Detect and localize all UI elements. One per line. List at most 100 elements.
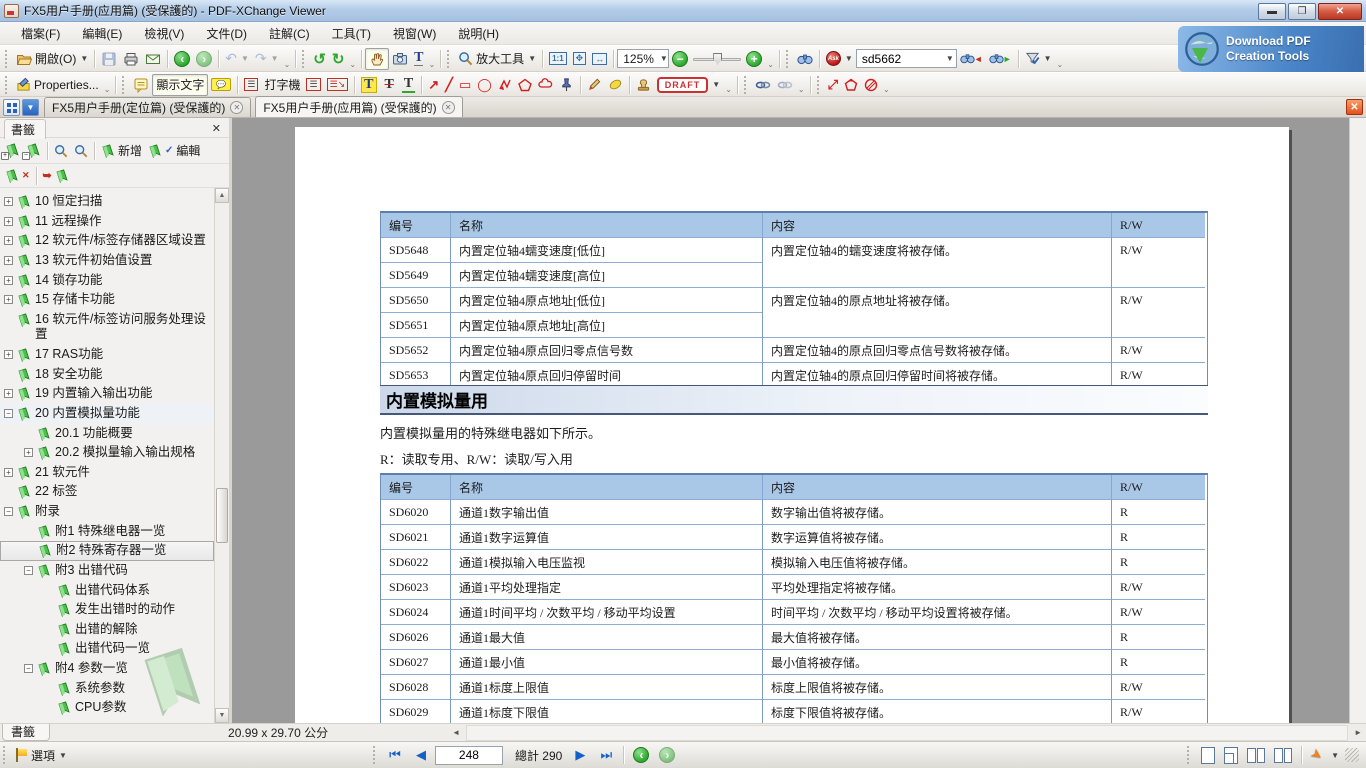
fit-width-button[interactable]: ↔	[589, 48, 610, 70]
hand-tool-button[interactable]	[365, 48, 389, 70]
tree-expander-icon[interactable]: +	[4, 236, 13, 245]
tree-expander-icon[interactable]: −	[4, 409, 13, 418]
save-button[interactable]	[98, 48, 120, 70]
bookmark-item[interactable]: + 12 软元件/标签存储器区域设置	[0, 231, 214, 251]
statusbar-grip[interactable]	[1187, 746, 1192, 764]
print-button[interactable]	[120, 48, 142, 70]
bookmark-item[interactable]: + 17 RAS功能	[0, 345, 214, 365]
tree-expander-icon[interactable]: +	[4, 389, 13, 398]
close-button[interactable]: ✕	[1318, 3, 1362, 20]
tree-expander-icon[interactable]: −	[4, 507, 13, 516]
tree-expander-icon[interactable]: +	[24, 448, 33, 457]
rotate-cw-button[interactable]: ↻	[329, 48, 348, 70]
menu-tools[interactable]: 工具(T)	[321, 22, 382, 45]
options-button[interactable]: 選項▼	[11, 744, 70, 766]
area-tool-button[interactable]	[861, 74, 881, 96]
text-bubble-button[interactable]: 💬	[208, 74, 234, 96]
tree-expander-icon[interactable]: +	[4, 256, 13, 265]
scroll-down-icon[interactable]: ▼	[215, 708, 229, 723]
bookmark-item[interactable]: 16 软元件/标签访问服务处理设置	[0, 310, 214, 345]
menu-edit[interactable]: 編輯(E)	[71, 22, 133, 45]
continuous-facing-layout-button[interactable]	[1271, 744, 1295, 766]
bookmark-item[interactable]: 22 标签	[0, 482, 214, 502]
toolbar-grip[interactable]	[122, 76, 127, 94]
first-page-button[interactable]: ⏮	[383, 745, 407, 765]
toolbar-grip[interactable]	[447, 50, 452, 68]
menu-help[interactable]: 說明(H)	[447, 22, 510, 45]
tree-expander-icon[interactable]: +	[4, 468, 13, 477]
show-text-button[interactable]: 顯示文字	[152, 74, 208, 96]
properties-button[interactable]: Properties...	[13, 74, 102, 96]
go-forward-button[interactable]: ›	[193, 48, 215, 70]
goto-bookmark-button[interactable]: ➥	[40, 168, 72, 184]
pencil-tool-button[interactable]	[584, 74, 605, 96]
text-box-button[interactable]: ☰	[241, 74, 261, 96]
find-next-button[interactable]: ►	[986, 48, 1015, 70]
facing-layout-button[interactable]	[1244, 744, 1268, 766]
bookmarks-zoom-out-button[interactable]	[71, 143, 91, 159]
menu-comments[interactable]: 註解(C)	[258, 22, 321, 45]
rectangle-tool-button[interactable]: ▭	[456, 74, 474, 96]
statusbar-grip[interactable]	[3, 746, 8, 764]
window-resize-grip[interactable]	[1345, 748, 1359, 762]
ask-search-provider-button[interactable]: Ask▼	[823, 48, 856, 70]
toolbar-grip[interactable]	[744, 76, 749, 94]
search-input[interactable]	[862, 52, 940, 66]
draft-stamp-button[interactable]: DRAFT▼	[654, 74, 723, 96]
select-text-button[interactable]: T	[411, 48, 426, 70]
strikeout-text-button[interactable]: T	[380, 74, 399, 96]
bookmark-item[interactable]: + 11 远程操作	[0, 212, 214, 232]
search-button[interactable]	[794, 48, 816, 70]
bookmark-item[interactable]: + 13 软元件初始值设置	[0, 251, 214, 271]
polygon-tool-button[interactable]	[515, 74, 535, 96]
view-back-button[interactable]: ‹	[629, 745, 653, 765]
hscroll-right-icon[interactable]: ►	[1350, 728, 1366, 737]
zoom-slider[interactable]	[693, 51, 741, 67]
close-document-button[interactable]: ✕	[1346, 99, 1363, 115]
bookmark-item[interactable]: + 19 内置输入输出功能	[0, 384, 214, 404]
toolbar-grip[interactable]	[5, 50, 10, 68]
oval-tool-button[interactable]: ◯	[474, 74, 495, 96]
redo-button[interactable]: ↷▼	[252, 48, 282, 70]
highlight-text-button[interactable]: T	[358, 74, 379, 96]
actual-size-button[interactable]: 1:1	[546, 48, 570, 70]
bookmark-item[interactable]: 发生出错时的动作	[0, 600, 214, 620]
go-back-button[interactable]: ‹	[171, 48, 193, 70]
highlighter-tool-button[interactable]	[605, 74, 626, 96]
horizontal-scrollbar[interactable]	[466, 725, 1348, 741]
zoom-in-button[interactable]: +	[743, 48, 765, 70]
tree-expander-icon[interactable]: +	[4, 295, 13, 304]
cloud-tool-button[interactable]	[535, 74, 556, 96]
tree-expander-icon[interactable]: −	[24, 566, 33, 575]
scroll-up-icon[interactable]: ▲	[215, 188, 229, 203]
tab-close-icon[interactable]: ✕	[442, 101, 455, 114]
collapse-bookmarks-button[interactable]: −	[23, 142, 44, 159]
current-page-input[interactable]	[435, 746, 503, 765]
statusbar-grip[interactable]	[373, 746, 378, 764]
pan-zoom-button[interactable]: ▼	[1308, 744, 1342, 766]
last-page-button[interactable]: ⏭	[594, 745, 618, 765]
bookmark-item[interactable]: + 21 软元件	[0, 463, 214, 483]
snapshot-button[interactable]	[389, 48, 411, 70]
tab-grid-button[interactable]	[3, 99, 20, 116]
underline-text-button[interactable]: T	[399, 74, 418, 96]
perimeter-tool-button[interactable]	[841, 74, 861, 96]
zoom-out-button[interactable]: −	[669, 48, 691, 70]
typewriter-button[interactable]: 打字機	[261, 74, 303, 96]
toolbar-grip[interactable]	[786, 50, 791, 68]
bookmarks-zoom-in-button[interactable]	[51, 143, 71, 159]
bookmark-item[interactable]: + 10 恒定扫描	[0, 192, 214, 212]
find-previous-button[interactable]: ◄	[957, 48, 986, 70]
tab-application-manual[interactable]: FX5用户手册(应用篇) (受保護的) ✕	[255, 96, 462, 117]
link-tool-button[interactable]	[752, 74, 774, 96]
tree-expander-icon[interactable]: +	[4, 350, 13, 359]
delete-bookmark-button[interactable]: ✕	[2, 168, 33, 184]
tree-expander-icon[interactable]: +	[4, 217, 13, 226]
tab-list-button[interactable]: ▼	[22, 99, 39, 116]
menu-view[interactable]: 檢視(V)	[133, 22, 195, 45]
bookmark-item[interactable]: 出错的解除	[0, 620, 214, 640]
continuous-layout-button[interactable]	[1221, 744, 1241, 766]
pdf-page[interactable]: 编号名称内容R/WSD5648内置定位轴4蠕变速度[低位]内置定位轴4的蠕变速度…	[295, 127, 1289, 723]
polyline-tool-button[interactable]	[495, 74, 515, 96]
email-button[interactable]	[142, 48, 164, 70]
